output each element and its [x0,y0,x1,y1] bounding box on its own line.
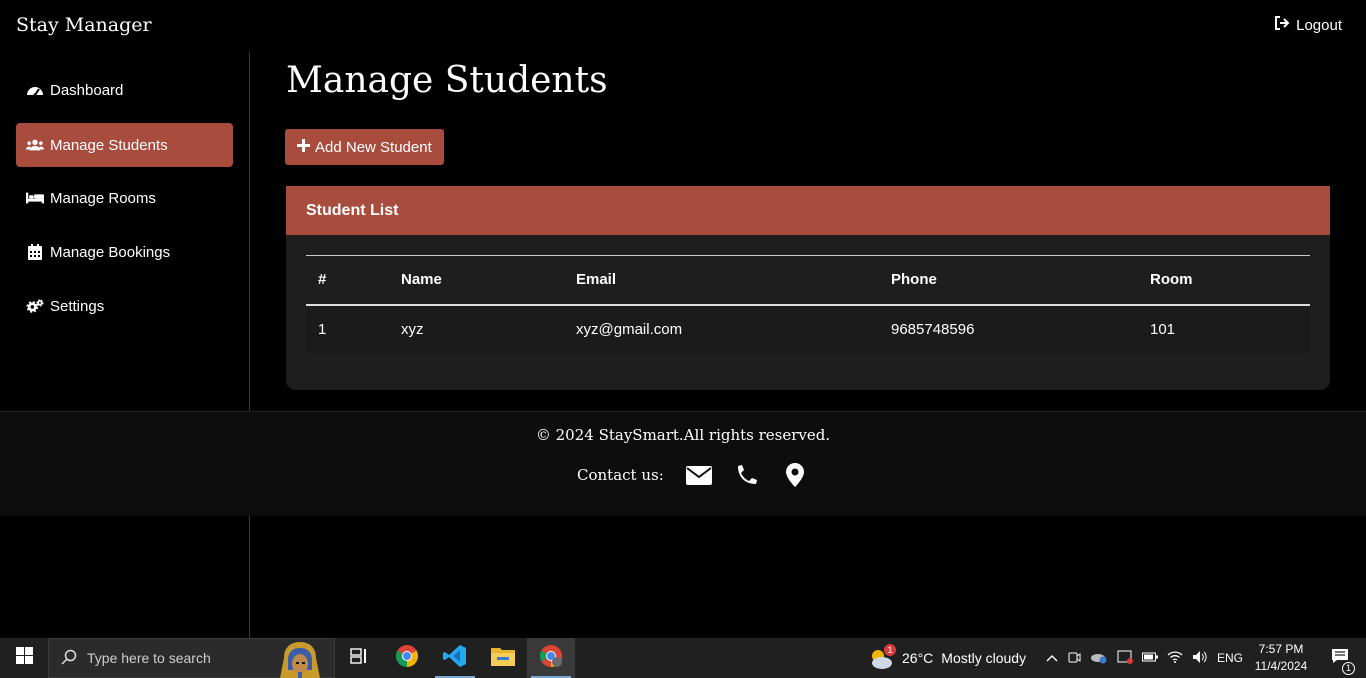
logout-label: Logout [1296,16,1342,34]
taskbar-weather-widget[interactable]: 1 26°C Mostly cloudy [868,638,1026,678]
top-navbar: Stay Manager Logout [0,0,1366,52]
column-header-email: Email [564,255,879,306]
cell-room: 101 [1138,304,1310,353]
brand-title[interactable]: Stay Manager [16,14,152,36]
meet-now-icon[interactable] [1067,650,1081,667]
column-header-room: Room [1138,255,1310,306]
language-indicator[interactable]: ENG [1217,651,1243,665]
cogs-icon [26,298,44,314]
cell-phone: 9685748596 [879,304,1138,353]
chrome-icon [395,644,419,673]
table-header-row: # Name Email Phone Room [306,255,1310,306]
security-alert-icon[interactable] [1117,650,1133,667]
chevron-up-icon[interactable] [1046,651,1058,665]
taskbar-app-chrome-profile[interactable] [527,638,575,678]
start-button[interactable] [0,638,48,678]
weather-badge: 1 [884,644,896,656]
taskbar-clock[interactable]: 7:57 PM 11/4/2024 [1250,641,1312,675]
sidebar-item-label: Manage Rooms [50,189,156,207]
sidebar-item-label: Dashboard [50,81,124,99]
windows-logo-icon [15,647,33,669]
task-view-icon [350,647,368,669]
cell-name: xyz [389,304,564,353]
search-icon [61,649,77,668]
clock-date: 11/4/2024 [1254,659,1308,673]
sidebar-item-manage-bookings[interactable]: Manage Bookings [16,230,233,274]
volume-icon[interactable] [1192,650,1208,667]
vscode-icon [443,644,467,673]
task-view-button[interactable] [335,638,383,678]
column-header-phone: Phone [879,255,1138,306]
contact-label: Contact us: [577,466,664,484]
windows-taskbar: Type here to search 1 26°C Mostly cloudy… [0,638,1366,678]
notification-center-button[interactable]: 1 [1320,638,1360,678]
envelope-icon[interactable] [685,464,712,486]
cell-number: 1 [306,304,389,353]
notification-icon: 1 [1331,648,1355,675]
map-marker-icon[interactable] [782,463,808,487]
sign-out-icon [1274,16,1290,34]
cell-email: xyz@gmail.com [564,304,879,353]
sidebar-item-label: Manage Students [50,136,168,154]
onedrive-icon[interactable] [1090,650,1108,667]
add-new-student-button[interactable]: Add New Student [285,129,444,165]
wifi-icon[interactable] [1167,650,1183,666]
bed-icon [26,190,44,206]
folder-icon [491,646,515,671]
add-new-student-label: Add New Student [315,138,432,156]
card-header: Student List [286,186,1330,235]
taskbar-app-chrome[interactable] [383,638,431,678]
taskbar-search-box[interactable]: Type here to search [48,638,335,678]
weather-condition-text: Mostly cloudy [941,650,1027,666]
sidebar-item-settings[interactable]: Settings [16,284,233,328]
table-row: 1 xyz xyz@gmail.com 9685748596 101 [306,304,1310,353]
footer: © 2024 StaySmart.All rights reserved. Co… [0,411,1366,516]
sidebar-item-manage-rooms[interactable]: Manage Rooms [16,176,233,220]
copyright-text: © 2024 StaySmart.All rights reserved. [535,426,831,444]
search-highlight-pharaoh-icon [270,640,330,678]
calendar-icon [26,244,44,260]
student-table: # Name Email Phone Room 1 xyz xyz@gmail.… [306,255,1310,353]
system-tray: ENG [1046,638,1243,678]
notification-count: 1 [1342,661,1355,675]
column-header-number: # [306,255,389,306]
sidebar-item-dashboard[interactable]: Dashboard [16,68,233,112]
phone-icon[interactable] [734,464,760,486]
cloudy-weather-icon: 1 [868,644,896,670]
main-content: Manage Students Add New Student Student … [250,52,1366,411]
chrome-profile-icon [539,644,563,673]
plus-icon [297,138,310,156]
battery-icon[interactable] [1142,651,1158,665]
taskbar-app-file-explorer[interactable] [479,638,527,678]
column-header-name: Name [389,255,564,306]
clock-time: 7:57 PM [1258,642,1304,656]
taskbar-app-vscode[interactable] [431,638,479,678]
temperature-text: 26°C [902,650,934,666]
logout-button[interactable]: Logout [1274,16,1342,34]
sidebar-item-manage-students[interactable]: Manage Students [16,123,233,167]
page-title: Manage Students [286,60,608,101]
users-icon [26,137,44,153]
sidebar-item-label: Manage Bookings [50,243,171,261]
sidebar: Dashboard Manage Students Manage Rooms M… [0,52,250,638]
sidebar-item-label: Settings [50,297,105,315]
search-placeholder: Type here to search [87,650,211,666]
dashboard-icon [26,82,44,98]
student-list-card: Student List # Name Email Phone Room 1 x… [286,186,1330,390]
contact-row: Contact us: [577,463,808,487]
